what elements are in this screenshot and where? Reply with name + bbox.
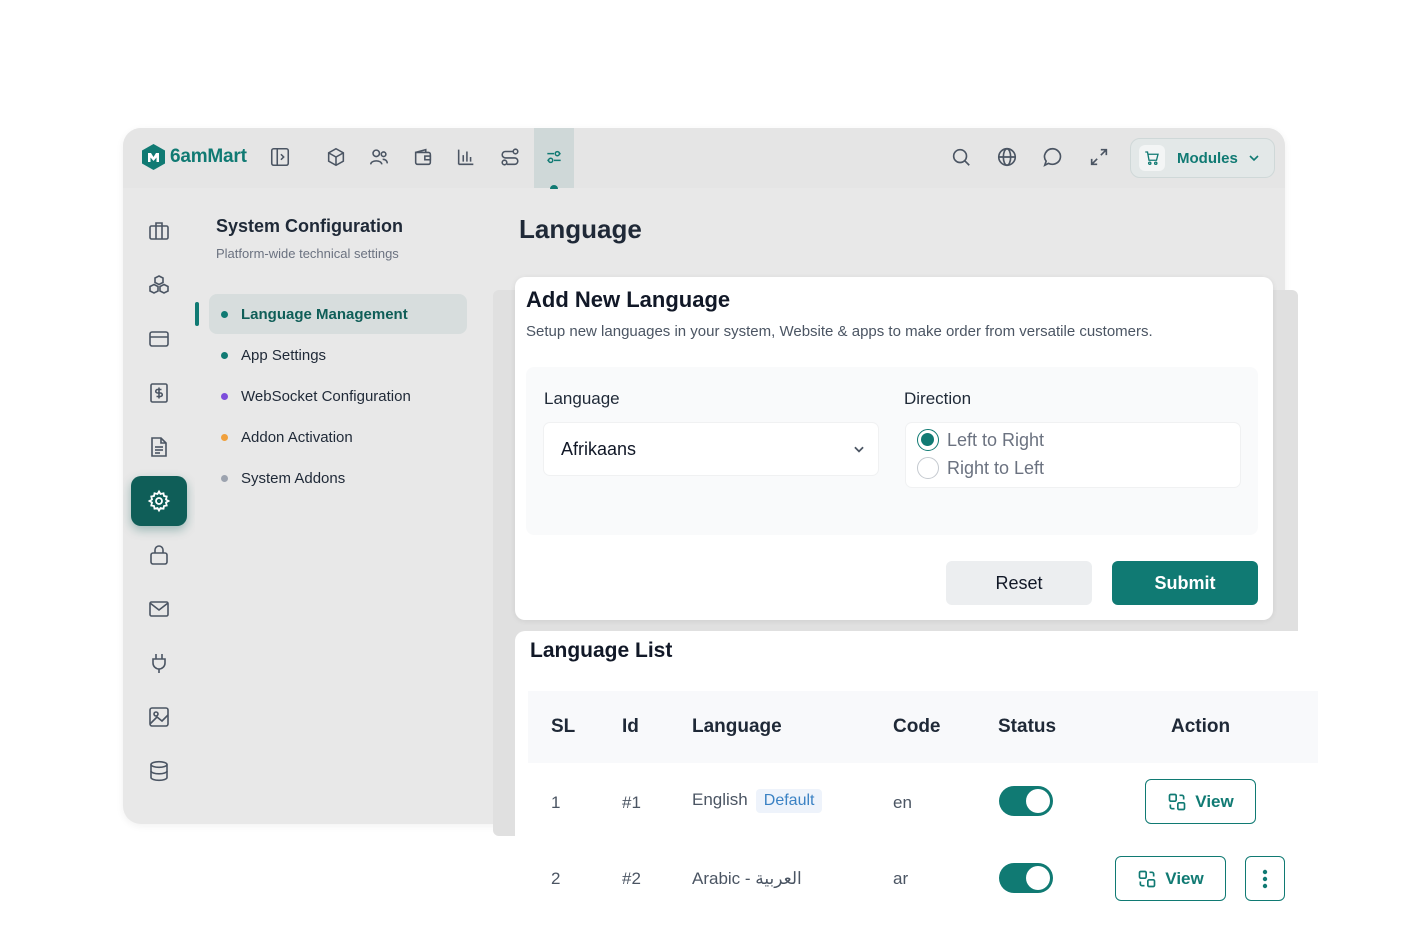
kebab-menu-icon — [1262, 869, 1268, 888]
subnav-title: System Configuration — [216, 216, 404, 236]
bullet-dot — [221, 351, 228, 359]
document-icon[interactable] — [147, 435, 171, 459]
radio-button-checked[interactable] — [917, 429, 939, 451]
modules-dropdown[interactable]: Modules — [1130, 138, 1275, 178]
bullet-dot — [221, 310, 228, 318]
bullet-dot — [221, 474, 228, 482]
boxes-icon[interactable] — [147, 273, 171, 297]
mail-icon[interactable] — [147, 597, 171, 621]
view-button[interactable]: View — [1145, 779, 1256, 824]
subnav-item-label: WebSocket Configuration — [241, 387, 411, 405]
bullet-dot — [221, 392, 228, 400]
globe-icon[interactable] — [996, 146, 1020, 170]
language-label: Language — [544, 389, 620, 408]
direction-radio-group: Left to Right Right to Left — [906, 423, 1240, 487]
icon-rail — [123, 188, 195, 824]
briefcase-icon[interactable] — [147, 219, 171, 243]
subnav-item-language-management[interactable]: Language Management — [209, 294, 467, 334]
language-list-card: Language List SL Id Language Code Status… — [515, 631, 1318, 952]
subnav-item-label: App Settings — [241, 346, 327, 364]
logo-icon — [142, 144, 165, 170]
subnav-item-websocket-configuration[interactable]: WebSocket Configuration — [209, 376, 467, 416]
language-select-value: Afrikaans — [561, 438, 637, 459]
row-id: #1 — [622, 793, 641, 812]
row-sl: 1 — [551, 793, 561, 812]
lock-icon[interactable] — [147, 543, 171, 567]
sidebar-toggle-icon[interactable] — [269, 146, 293, 170]
column-header: SL — [551, 716, 576, 737]
column-header: Status — [998, 716, 1057, 737]
chevron-down-icon — [852, 442, 866, 456]
add-language-title: Add New Language — [526, 287, 731, 312]
chat-icon[interactable] — [1042, 146, 1066, 170]
chevron-down-icon — [1248, 152, 1260, 164]
row-code: ar — [893, 869, 909, 888]
logo[interactable]: 6amMart — [141, 143, 247, 171]
route-icon[interactable] — [499, 146, 523, 170]
view-button[interactable]: View — [1115, 856, 1226, 901]
top-bar: 6amMart Modules — [123, 128, 1285, 189]
database-icon[interactable] — [147, 759, 171, 783]
status-toggle[interactable] — [999, 786, 1053, 816]
language-list-title: Language List — [530, 639, 673, 662]
row-language: English Default — [692, 789, 823, 813]
language-name: English — [692, 790, 748, 809]
radio-button[interactable] — [917, 457, 939, 479]
settings-sliders-icon[interactable] — [534, 128, 574, 189]
direction-label: Direction — [904, 389, 972, 408]
subnav-item-system-addons[interactable]: System Addons — [209, 458, 467, 498]
expand-icon[interactable] — [1088, 146, 1112, 170]
subnav-item-addon-activation[interactable]: Addon Activation — [209, 417, 467, 457]
bar-chart-icon[interactable] — [455, 146, 479, 170]
modules-label: Modules — [1177, 149, 1238, 167]
row-sl: 2 — [551, 869, 561, 888]
settings-subnav: System Configuration Platform-wide techn… — [195, 188, 483, 824]
wallet-icon[interactable] — [412, 146, 436, 170]
plug-icon[interactable] — [147, 651, 171, 675]
submit-button[interactable]: Submit — [1112, 561, 1258, 605]
image-icon[interactable] — [147, 705, 171, 729]
view-button-label: View — [1195, 791, 1234, 811]
status-toggle[interactable] — [999, 863, 1053, 893]
table-header: SL Id Language Code Status Action — [528, 691, 1318, 763]
subnav-item-label: System Addons — [241, 469, 346, 487]
bullet-dot — [221, 433, 228, 441]
radio-label: Right to Left — [947, 457, 1045, 478]
add-language-card: Add New Language Setup new languages in … — [515, 277, 1273, 620]
cart-icon — [1139, 145, 1165, 171]
column-header: Code — [893, 716, 941, 737]
gear-icon[interactable] — [131, 476, 187, 526]
box-icon[interactable] — [325, 146, 349, 170]
subnav-item-label: Language Management — [241, 305, 408, 323]
radio-label: Left to Right — [947, 429, 1045, 450]
view-button-label: View — [1165, 868, 1204, 888]
row-language: Arabic - العربية — [692, 869, 802, 888]
reset-button[interactable]: Reset — [946, 561, 1092, 605]
brand-name: 6amMart — [170, 146, 247, 167]
radio-left-to-right[interactable]: Left to Right — [917, 429, 1044, 451]
row-code: en — [893, 793, 912, 812]
add-language-subtitle: Setup new languages in your system, Webs… — [526, 323, 1153, 340]
column-header: Id — [622, 716, 639, 737]
translate-icon — [1138, 870, 1156, 887]
active-item-bar — [195, 302, 199, 326]
search-icon[interactable] — [950, 146, 974, 170]
subnav-item-label: Addon Activation — [241, 428, 353, 446]
translate-icon — [1168, 793, 1186, 810]
dollar-icon[interactable] — [147, 381, 171, 405]
column-header: Action — [1171, 716, 1231, 737]
more-options-button[interactable] — [1245, 856, 1285, 901]
page-title: Language — [519, 214, 642, 244]
active-indicator — [550, 185, 558, 189]
radio-right-to-left[interactable]: Right to Left — [917, 457, 1044, 479]
language-form: Language Afrikaans Direction Left to Rig… — [526, 367, 1258, 535]
subnav-subtitle: Platform-wide technical settings — [216, 246, 399, 261]
row-id: #2 — [622, 869, 641, 888]
language-select[interactable]: Afrikaans — [544, 423, 878, 475]
default-badge: Default — [755, 789, 823, 813]
subnav-item-app-settings[interactable]: App Settings — [209, 335, 467, 375]
column-header: Language — [692, 716, 782, 737]
users-icon[interactable] — [368, 146, 392, 170]
card-icon[interactable] — [147, 327, 171, 351]
